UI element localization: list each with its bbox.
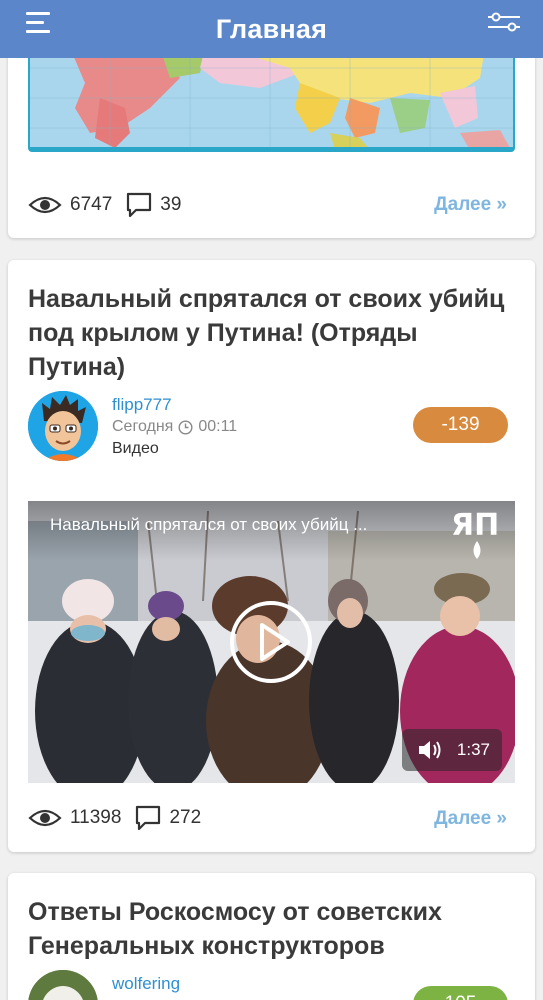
comment-icon <box>127 192 152 218</box>
filter-sliders-icon[interactable] <box>487 12 521 32</box>
post-card[interactable]: 6747 39 Далее » <box>8 48 535 238</box>
author-name[interactable]: wolfering <box>112 974 180 994</box>
page-title: Главная <box>215 13 328 44</box>
video-controls: 1:37 <box>402 729 502 771</box>
watermark-logo: ЯП <box>451 511 503 559</box>
post-card[interactable]: Навальный спрятался от своих убийц под к… <box>8 260 535 852</box>
dog-avatar-image <box>28 970 98 1000</box>
play-icon <box>260 623 290 661</box>
avatar[interactable] <box>28 391 98 461</box>
post-card[interactable]: Ответы Роскосмосу от советских Генеральн… <box>8 873 535 1000</box>
views-count: 6747 <box>70 194 113 215</box>
eye-icon <box>28 196 62 214</box>
app-header: Главная <box>0 0 543 58</box>
post-category[interactable]: Видео <box>112 440 159 458</box>
views-count: 11398 <box>70 807 122 828</box>
read-more-link[interactable]: Далее » <box>434 194 507 216</box>
post-stats: 11398 272 <box>28 805 201 831</box>
post-stats: 6747 39 <box>28 192 181 218</box>
volume-icon[interactable] <box>417 739 443 761</box>
cartoon-avatar-image <box>28 391 98 461</box>
post-meta: Сегодня 00:11 <box>112 418 237 436</box>
post-date: Сегодня <box>112 418 174 435</box>
clock-icon <box>178 419 193 435</box>
play-button[interactable] <box>230 601 312 683</box>
author-name[interactable]: flipp777 <box>112 395 172 415</box>
post-title[interactable]: Навальный спрятался от своих убийц под к… <box>28 282 515 384</box>
rating-badge: -139 <box>413 407 508 443</box>
avatar[interactable] <box>28 970 98 1000</box>
post-image-map[interactable] <box>28 48 515 152</box>
video-player[interactable]: Навальный спрятался от своих убийц ... Я… <box>28 501 515 783</box>
read-more-link[interactable]: Далее » <box>434 808 507 830</box>
hamburger-menu-icon[interactable] <box>26 12 50 34</box>
comments-count: 272 <box>169 807 202 828</box>
eye-icon <box>28 809 62 827</box>
video-title: Навальный спрятался от своих убийц ... <box>50 515 368 534</box>
comments-count: 39 <box>160 194 182 215</box>
drop-icon <box>473 541 481 559</box>
watermark-text: ЯП <box>451 508 500 543</box>
rating-badge: 105 <box>413 986 508 1000</box>
post-time: 00:11 <box>198 418 238 435</box>
world-map-image <box>30 48 513 147</box>
post-title[interactable]: Ответы Роскосмосу от советских Генеральн… <box>28 895 515 963</box>
comment-icon <box>136 805 161 831</box>
video-duration: 1:37 <box>456 740 490 759</box>
